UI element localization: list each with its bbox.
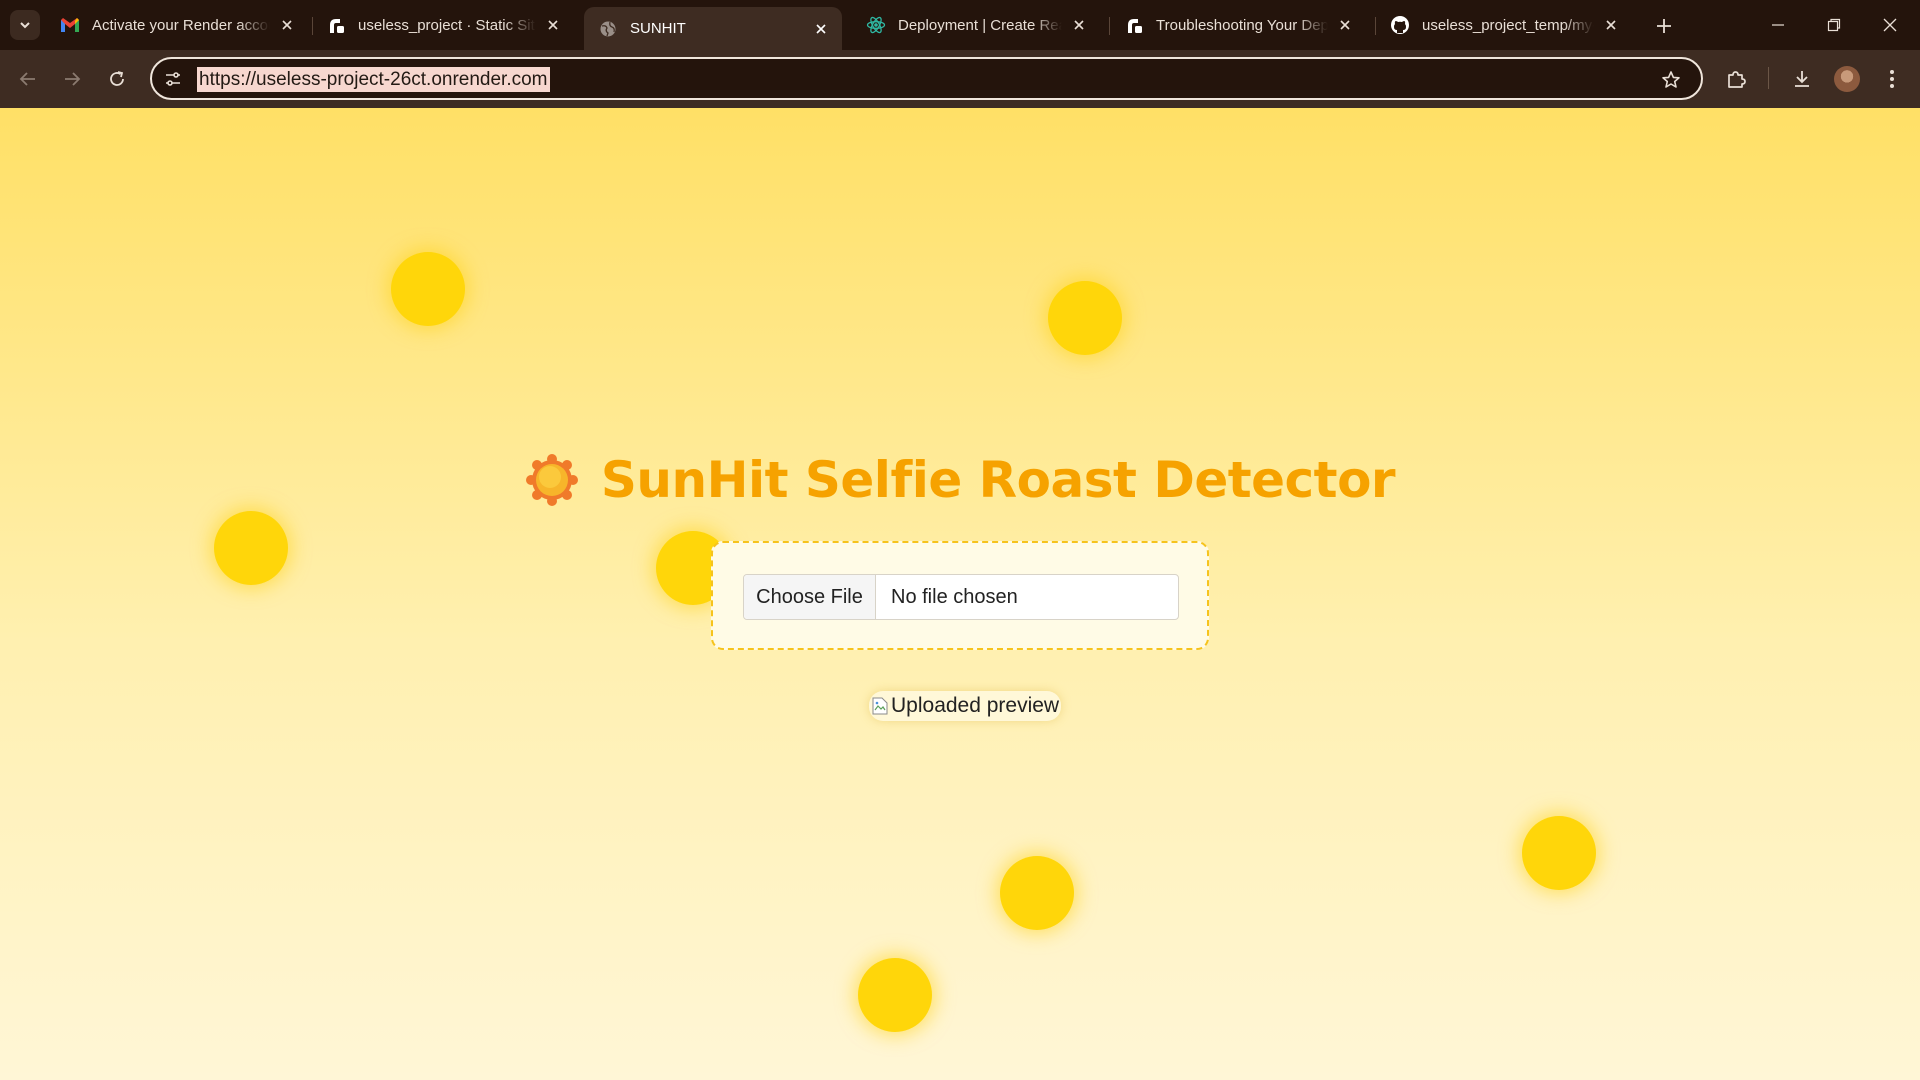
gmail-icon bbox=[60, 15, 80, 35]
download-icon bbox=[1795, 71, 1809, 87]
minimize-icon bbox=[1772, 24, 1784, 26]
puzzle-icon bbox=[1728, 71, 1746, 88]
file-input[interactable]: Choose File No file chosen bbox=[743, 574, 1179, 620]
tab-title: SUNHIT bbox=[630, 20, 686, 37]
chevron-down-icon bbox=[20, 22, 30, 29]
tab-cra-deployment[interactable]: Deployment | Create React App bbox=[852, 7, 1100, 43]
tab-gmail[interactable]: Activate your Render account bbox=[46, 7, 308, 43]
arrow-right-icon bbox=[65, 72, 81, 86]
close-window-button[interactable] bbox=[1862, 0, 1918, 50]
github-icon bbox=[1390, 15, 1410, 35]
browser-toolbar: https://useless-project-26ct.onrender.co… bbox=[0, 50, 1920, 108]
close-tab-icon[interactable] bbox=[1336, 16, 1354, 34]
downloads-button[interactable] bbox=[1786, 63, 1818, 95]
react-icon bbox=[866, 15, 886, 35]
tab-title: Activate your Render account bbox=[92, 16, 270, 34]
floating-sun bbox=[1000, 856, 1074, 930]
page-title: SunHit Selfie Roast Detector bbox=[600, 451, 1396, 509]
close-tab-icon[interactable] bbox=[278, 16, 296, 34]
profile-button[interactable] bbox=[1831, 63, 1863, 95]
close-tab-icon[interactable] bbox=[1602, 16, 1620, 34]
tab-title: useless_project · Static Site bbox=[358, 16, 536, 34]
file-status-text: No file chosen bbox=[891, 585, 1018, 608]
tab-search-button[interactable] bbox=[10, 10, 40, 40]
close-tab-icon[interactable] bbox=[812, 20, 830, 38]
reload-button[interactable] bbox=[101, 63, 133, 95]
floating-sun bbox=[391, 252, 465, 326]
address-bar[interactable]: https://useless-project-26ct.onrender.co… bbox=[150, 57, 1703, 100]
restore-button[interactable] bbox=[1806, 0, 1862, 50]
arrow-left-icon bbox=[19, 72, 35, 86]
more-vertical-icon bbox=[1890, 70, 1894, 88]
floating-sun bbox=[1048, 281, 1122, 355]
page-heading: SunHit Selfie Roast Detector bbox=[0, 445, 1920, 515]
preview-alt-text: Uploaded preview bbox=[891, 694, 1060, 717]
floating-sun bbox=[858, 958, 932, 1032]
tab-title: useless_project_temp/my-app bbox=[1422, 16, 1594, 34]
tab-render-static-site[interactable]: useless_project · Static Site bbox=[312, 7, 574, 43]
upload-dropzone[interactable]: Choose File No file chosen bbox=[711, 541, 1209, 650]
close-icon bbox=[1883, 18, 1897, 32]
minimize-button[interactable] bbox=[1750, 0, 1806, 50]
tab-troubleshooting[interactable]: Troubleshooting Your Deploy bbox=[1110, 7, 1366, 43]
tab-sunhit[interactable]: SUNHIT bbox=[584, 7, 842, 50]
floating-sun bbox=[214, 511, 288, 585]
browser-menu-button[interactable] bbox=[1876, 63, 1908, 95]
extensions-button[interactable] bbox=[1720, 63, 1752, 95]
tab-title: Deployment | Create React App bbox=[898, 16, 1062, 34]
restore-icon bbox=[1827, 18, 1841, 32]
render-icon bbox=[1124, 15, 1144, 35]
plus-icon bbox=[1657, 19, 1671, 33]
back-button[interactable] bbox=[12, 63, 44, 95]
reload-icon bbox=[110, 71, 124, 86]
close-tab-icon[interactable] bbox=[1070, 16, 1088, 34]
url-text[interactable]: https://useless-project-26ct.onrender.co… bbox=[197, 67, 550, 92]
new-tab-button[interactable] bbox=[1650, 12, 1678, 40]
close-tab-icon[interactable] bbox=[544, 16, 562, 34]
page-content: SunHit Selfie Roast Detector Choose File… bbox=[0, 108, 1920, 1080]
tab-strip: Activate your Render account useless_pro… bbox=[0, 0, 1920, 50]
site-info-icon[interactable] bbox=[162, 68, 184, 90]
tab-github[interactable]: useless_project_temp/my-app bbox=[1376, 7, 1632, 43]
floating-sun bbox=[1522, 816, 1596, 890]
bookmark-star-icon[interactable] bbox=[1659, 68, 1683, 92]
forward-button[interactable] bbox=[56, 63, 88, 95]
choose-file-button[interactable]: Choose File bbox=[744, 575, 876, 619]
broken-image-icon bbox=[871, 696, 889, 716]
uploaded-preview-image: Uploaded preview bbox=[869, 691, 1062, 721]
tab-title: Troubleshooting Your Deploy bbox=[1156, 16, 1328, 34]
toolbar-divider bbox=[1768, 67, 1769, 89]
avatar bbox=[1834, 66, 1860, 92]
globe-icon bbox=[598, 19, 618, 39]
sun-emoji-icon bbox=[525, 453, 579, 507]
render-icon bbox=[326, 15, 346, 35]
